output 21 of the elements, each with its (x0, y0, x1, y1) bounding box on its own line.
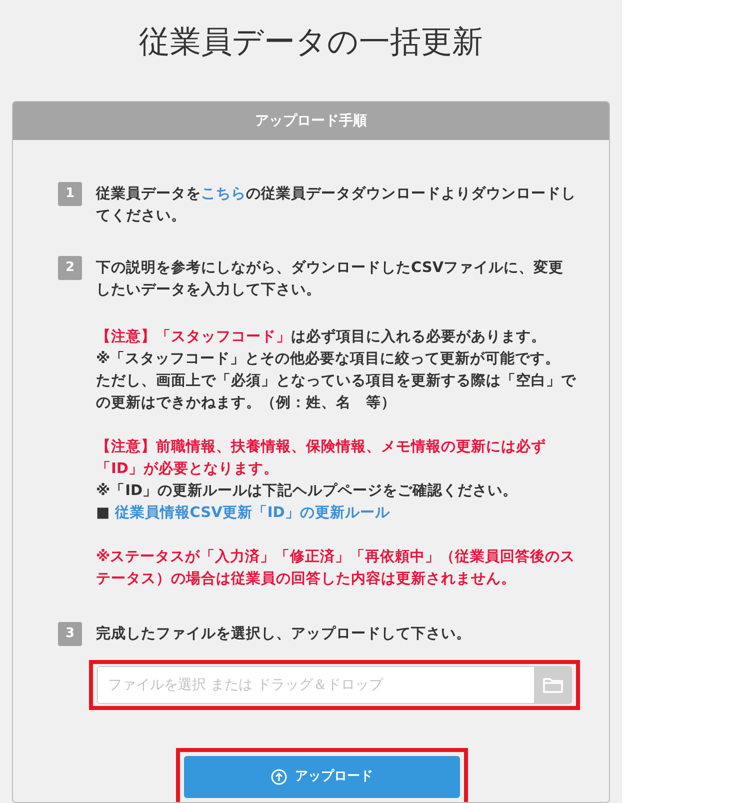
link[interactable]: こちら (201, 186, 246, 202)
card-header: アップロード手順 (13, 102, 609, 140)
note-text: 【注意】前職情報、扶養情報、保険情報、メモ情報の更新には必ず「ID」が必要となります。 (96, 438, 547, 479)
note-text: ■ 従業員情報CSV更新「ID」の更新ルール (96, 504, 391, 523)
step-number: 3 (58, 622, 82, 646)
note-text: 【注意】「スタッフコード」は必ず項目に入れる必要があります。 (96, 328, 547, 347)
step-number: 1 (58, 182, 82, 206)
step-text: 完成したファイルを選択し、アップロードして下さい。 (96, 624, 471, 644)
step-number: 2 (58, 256, 82, 280)
upload-button[interactable]: アップロード (184, 756, 460, 798)
folder-icon-button[interactable] (534, 667, 571, 703)
page-title: 従業員データの一括更新 (138, 23, 484, 62)
note-text: ただし、画面上で「必須」となっている項目を更新する際は「空白」での更新はできかねます。（例：姓、名 等） (96, 372, 577, 413)
folder-icon (542, 677, 562, 693)
note-text: ※「ID」の更新ルールは下記ヘルプページをご確認ください。 (96, 482, 519, 501)
step-text: 下の説明を参考にしながら、ダウンロードしたCSVファイルに、変更したいデータを入力して下さい。 (96, 258, 565, 300)
link[interactable]: 従業員情報CSV更新「ID」の更新ルール (114, 505, 390, 521)
note-text: ※「スタッフコード」とその他必要な項目に絞って更新が可能です。 (96, 350, 562, 369)
step-text: 従業員データをこちらの従業員データダウンロードよりダウンロードしてください。 (96, 184, 577, 226)
upload-icon (271, 769, 287, 785)
note-text: ※ステータスが「入力済」「修正済」「再依頼中」（従業員回答後のステータス）の場合は従業員の回答した内容は更新されません。 (96, 547, 576, 589)
